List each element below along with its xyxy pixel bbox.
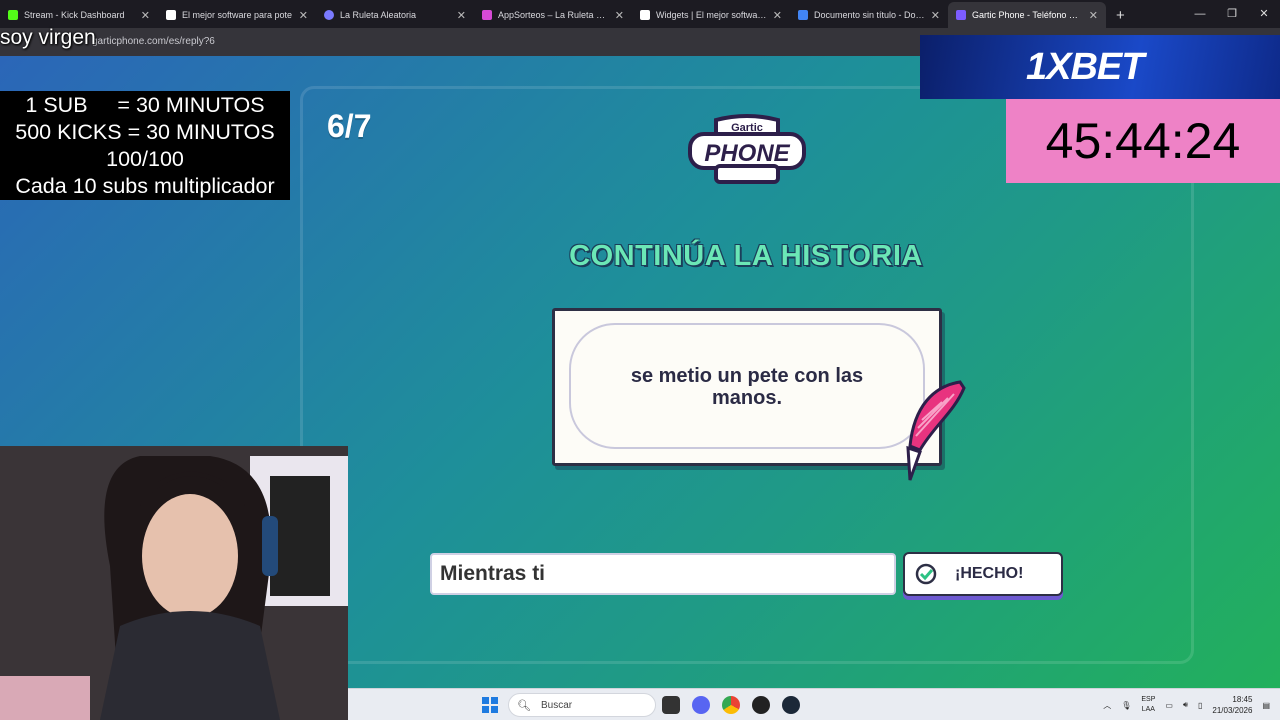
close-tab-icon[interactable]: ✕ bbox=[457, 9, 466, 22]
story-text: se metio un pete con las manos. bbox=[630, 365, 864, 409]
close-tab-icon[interactable]: ✕ bbox=[141, 9, 150, 22]
windows-start-icon[interactable] bbox=[482, 697, 498, 713]
check-circle-icon bbox=[915, 563, 937, 585]
restore-icon[interactable]: ❐ bbox=[1216, 0, 1248, 28]
answer-input[interactable] bbox=[430, 553, 896, 595]
subathon-timer: 45:44:24 bbox=[1006, 99, 1280, 183]
subs-line: 500 KICKS = 30 MINUTOS bbox=[15, 120, 275, 144]
new-tab-button[interactable]: + bbox=[1106, 2, 1135, 28]
close-window-icon[interactable]: ✕ bbox=[1248, 0, 1280, 28]
subathon-rules-box: 1 SUB = 30 MINUTOS 500 KICKS = 30 MINUTO… bbox=[0, 91, 290, 200]
close-tab-icon[interactable]: ✕ bbox=[931, 9, 940, 22]
sponsor-brand: 1XBET bbox=[1026, 46, 1144, 88]
browser-tabbar: Stream - Kick Dashboard ✕ El mejor softwa… bbox=[0, 0, 1280, 28]
steam-icon[interactable] bbox=[782, 696, 800, 714]
kick-icon bbox=[8, 10, 18, 20]
site-icon bbox=[166, 10, 176, 20]
clock[interactable]: 18:45 21/03/2026 bbox=[1212, 694, 1252, 716]
close-tab-icon[interactable]: ✕ bbox=[773, 9, 782, 22]
logo-bottom-text: PHONE bbox=[704, 140, 790, 167]
webcam-feed bbox=[0, 446, 348, 720]
chevron-up-icon[interactable]: ︿ bbox=[1103, 700, 1111, 711]
browser-tab[interactable]: Documento sin título - Docume✕ bbox=[790, 2, 948, 28]
url-text[interactable]: garticphone.com/es/reply?6 bbox=[92, 34, 215, 50]
browser-tab[interactable]: Stream - Kick Dashboard ✕ bbox=[0, 2, 158, 28]
quill-pen-icon bbox=[906, 380, 966, 481]
close-tab-icon[interactable]: ✕ bbox=[615, 9, 624, 22]
subs-line: 1 SUB = 30 MINUTOS bbox=[25, 93, 265, 117]
language-indicator[interactable]: ESP LAA bbox=[1141, 695, 1155, 715]
close-tab-icon[interactable]: ✕ bbox=[1089, 9, 1098, 22]
streamer-image bbox=[0, 446, 348, 720]
windows-taskbar: 🔍︎ Buscar ︿ 🎙︎ ESP LAA ▭ 🔊︎ ▯ 18:45 21/03/… bbox=[348, 688, 1280, 720]
stream-title-overlay: soy virgen bbox=[0, 26, 96, 49]
gartic-icon bbox=[956, 10, 966, 20]
discord-icon[interactable] bbox=[692, 696, 710, 714]
gartic-phone-logo: Gartic PHONE bbox=[688, 114, 806, 184]
done-button[interactable]: ¡HECHO! bbox=[903, 552, 1063, 596]
battery-icon[interactable]: ▯ bbox=[1198, 701, 1202, 710]
close-tab-icon[interactable]: ✕ bbox=[299, 9, 308, 22]
subs-line: 100/100 bbox=[106, 147, 184, 171]
file-explorer-icon[interactable] bbox=[662, 696, 680, 714]
round-counter: 6/7 bbox=[327, 108, 372, 144]
browser-tab[interactable]: La Ruleta Aleatoria ✕ bbox=[316, 2, 474, 28]
system-tray: ︿ 🎙︎ ESP LAA ▭ 🔊︎ ▯ 18:45 21/03/2026 ▤ bbox=[1093, 689, 1270, 720]
appsorteos-icon bbox=[482, 10, 492, 20]
search-icon: 🔍︎ bbox=[517, 699, 531, 712]
chrome-icon[interactable] bbox=[722, 696, 740, 714]
browser-tab[interactable]: AppSorteos – La Ruleta de la Su✕ bbox=[474, 2, 632, 28]
taskbar-search[interactable]: 🔍︎ Buscar bbox=[508, 693, 656, 717]
site-icon bbox=[640, 10, 650, 20]
obs-icon[interactable] bbox=[752, 696, 770, 714]
volume-icon[interactable]: 🔊︎ bbox=[1183, 700, 1188, 710]
browser-tab[interactable]: El mejor software para pote ✕ bbox=[158, 2, 316, 28]
microphone-icon[interactable]: 🎙︎ bbox=[1121, 701, 1131, 710]
browser-tab-active[interactable]: Gartic Phone - Teléfono Descor✕ bbox=[948, 2, 1106, 28]
logo-top-text: Gartic bbox=[731, 122, 763, 134]
notifications-icon[interactable]: ▤ bbox=[1262, 701, 1270, 710]
browser-tab[interactable]: Widgets | El mejor software par✕ bbox=[632, 2, 790, 28]
subs-line: Cada 10 subs multiplicador bbox=[15, 174, 275, 198]
window-controls: — ❐ ✕ bbox=[1184, 0, 1280, 28]
network-icon[interactable]: ▭ bbox=[1165, 701, 1173, 710]
docs-icon bbox=[798, 10, 808, 20]
done-button-label: ¡HECHO! bbox=[955, 565, 1024, 582]
page-heading: CONTINÚA LA HISTORIA bbox=[569, 240, 923, 272]
minimize-icon[interactable]: — bbox=[1184, 0, 1216, 28]
taskbar-search-label: Buscar bbox=[540, 699, 573, 711]
story-card: se metio un pete con las manos. bbox=[552, 308, 942, 466]
roulette-icon bbox=[324, 10, 334, 20]
